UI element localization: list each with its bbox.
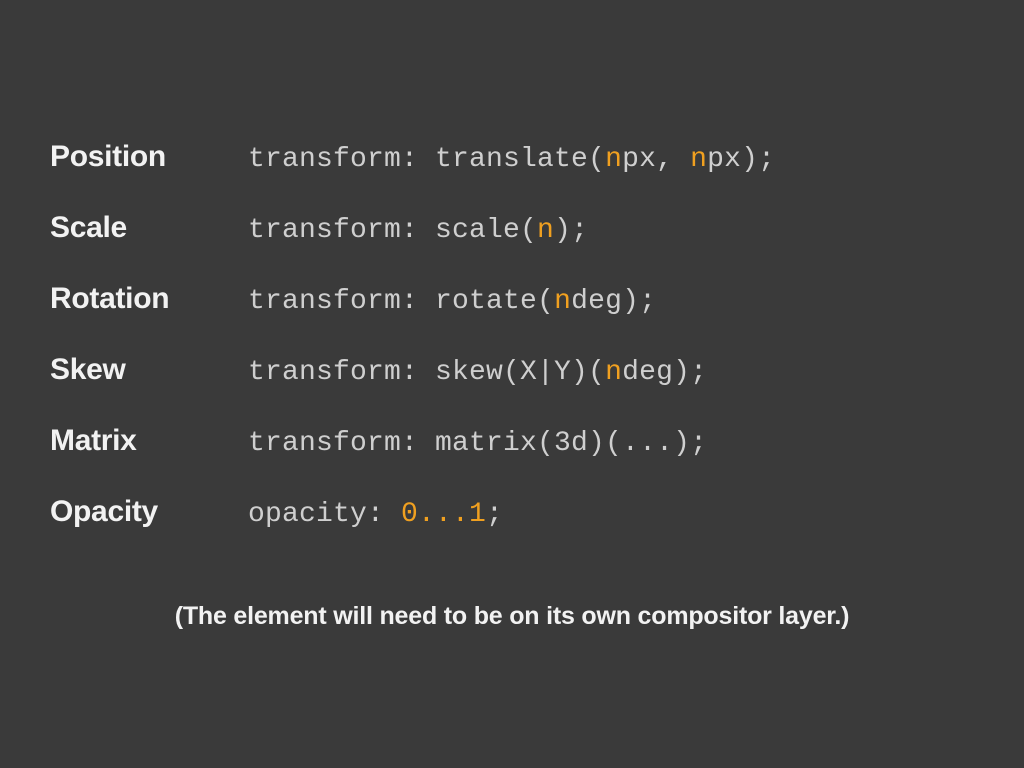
table-row: Positiontransform: translate(npx, npx); bbox=[50, 140, 974, 175]
row-code: transform: rotate(ndeg); bbox=[248, 286, 656, 317]
code-text: transform: translate( bbox=[248, 144, 605, 175]
code-text: px, bbox=[622, 144, 690, 175]
row-code: transform: translate(npx, npx); bbox=[248, 144, 775, 175]
transform-table: Positiontransform: translate(npx, npx);S… bbox=[50, 140, 974, 530]
table-row: Scaletransform: scale(n); bbox=[50, 211, 974, 246]
table-row: Opacityopacity: 0...1; bbox=[50, 495, 974, 530]
code-text: transform: rotate( bbox=[248, 286, 554, 317]
row-label: Matrix bbox=[50, 424, 248, 458]
row-label: Skew bbox=[50, 353, 248, 387]
code-highlight: n bbox=[605, 144, 622, 175]
code-highlight: 0...1 bbox=[401, 499, 486, 530]
table-row: Rotationtransform: rotate(ndeg); bbox=[50, 282, 974, 317]
row-label: Opacity bbox=[50, 495, 248, 529]
code-highlight: n bbox=[690, 144, 707, 175]
row-code: transform: matrix(3d)(...); bbox=[248, 428, 707, 459]
code-highlight: n bbox=[537, 215, 554, 246]
code-text: ); bbox=[554, 215, 588, 246]
row-label: Rotation bbox=[50, 282, 248, 316]
code-highlight: n bbox=[554, 286, 571, 317]
table-row: Skewtransform: skew(X|Y)(ndeg); bbox=[50, 353, 974, 388]
row-code: transform: scale(n); bbox=[248, 215, 588, 246]
row-label: Scale bbox=[50, 211, 248, 245]
row-code: transform: skew(X|Y)(ndeg); bbox=[248, 357, 707, 388]
code-text: deg); bbox=[622, 357, 707, 388]
row-code: opacity: 0...1; bbox=[248, 499, 503, 530]
code-text: transform: matrix(3d)(...); bbox=[248, 428, 707, 459]
code-text: ; bbox=[486, 499, 503, 530]
code-text: opacity: bbox=[248, 499, 401, 530]
slide: Positiontransform: translate(npx, npx);S… bbox=[0, 0, 1024, 768]
code-text: transform: scale( bbox=[248, 215, 537, 246]
table-row: Matrixtransform: matrix(3d)(...); bbox=[50, 424, 974, 459]
code-text: transform: skew(X|Y)( bbox=[248, 357, 605, 388]
code-highlight: n bbox=[605, 357, 622, 388]
footnote: (The element will need to be on its own … bbox=[50, 602, 974, 631]
code-text: px); bbox=[707, 144, 775, 175]
row-label: Position bbox=[50, 140, 248, 174]
code-text: deg); bbox=[571, 286, 656, 317]
